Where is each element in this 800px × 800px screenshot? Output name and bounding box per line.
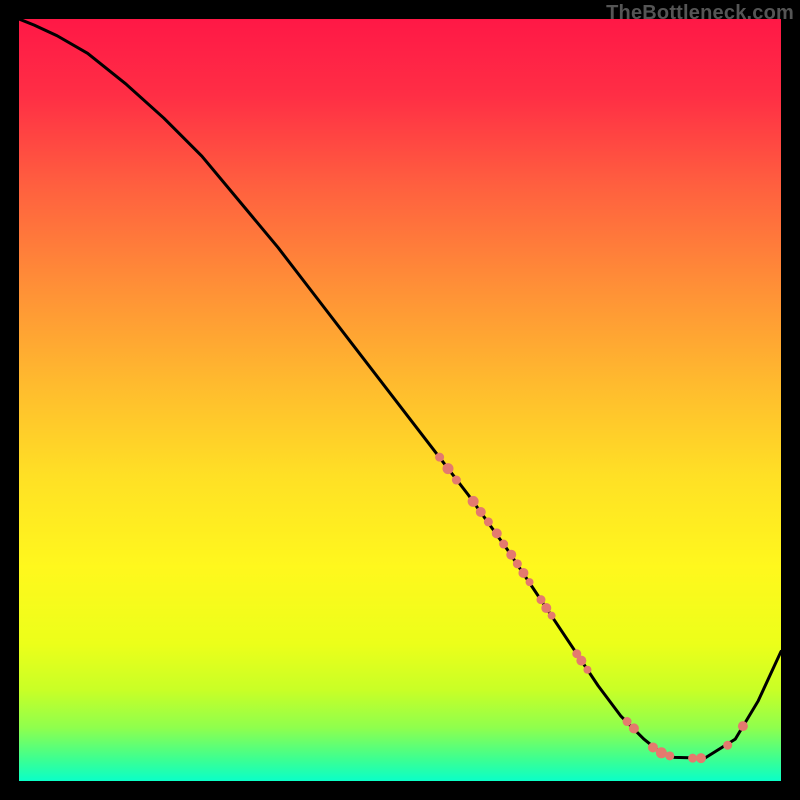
data-dot [688, 754, 697, 763]
watermark-text: TheBottleneck.com [606, 2, 794, 25]
data-dot [468, 496, 479, 507]
data-dot [738, 721, 748, 731]
data-dot [513, 559, 522, 568]
data-dot [656, 747, 667, 758]
data-dot [476, 507, 486, 517]
data-dot [576, 656, 586, 666]
data-dot [492, 528, 502, 538]
data-dot [623, 717, 632, 726]
chart-container: TheBottleneck.com [0, 0, 800, 800]
data-dot [536, 595, 545, 604]
gradient-background [19, 19, 781, 781]
chart-plot-area [19, 19, 781, 781]
data-dot [583, 666, 591, 674]
data-dot [506, 550, 516, 560]
data-dot [696, 753, 706, 763]
data-dot [443, 463, 454, 474]
data-dot [526, 578, 534, 586]
data-dot [665, 751, 674, 760]
data-dot [723, 741, 732, 750]
data-dot [484, 517, 493, 526]
data-dot [541, 603, 551, 613]
data-dot [499, 540, 508, 549]
data-dot [435, 453, 444, 462]
data-dot [518, 568, 528, 578]
data-dot [548, 612, 556, 620]
data-dot [452, 476, 461, 485]
chart-svg [19, 19, 781, 781]
data-dot [629, 723, 639, 733]
